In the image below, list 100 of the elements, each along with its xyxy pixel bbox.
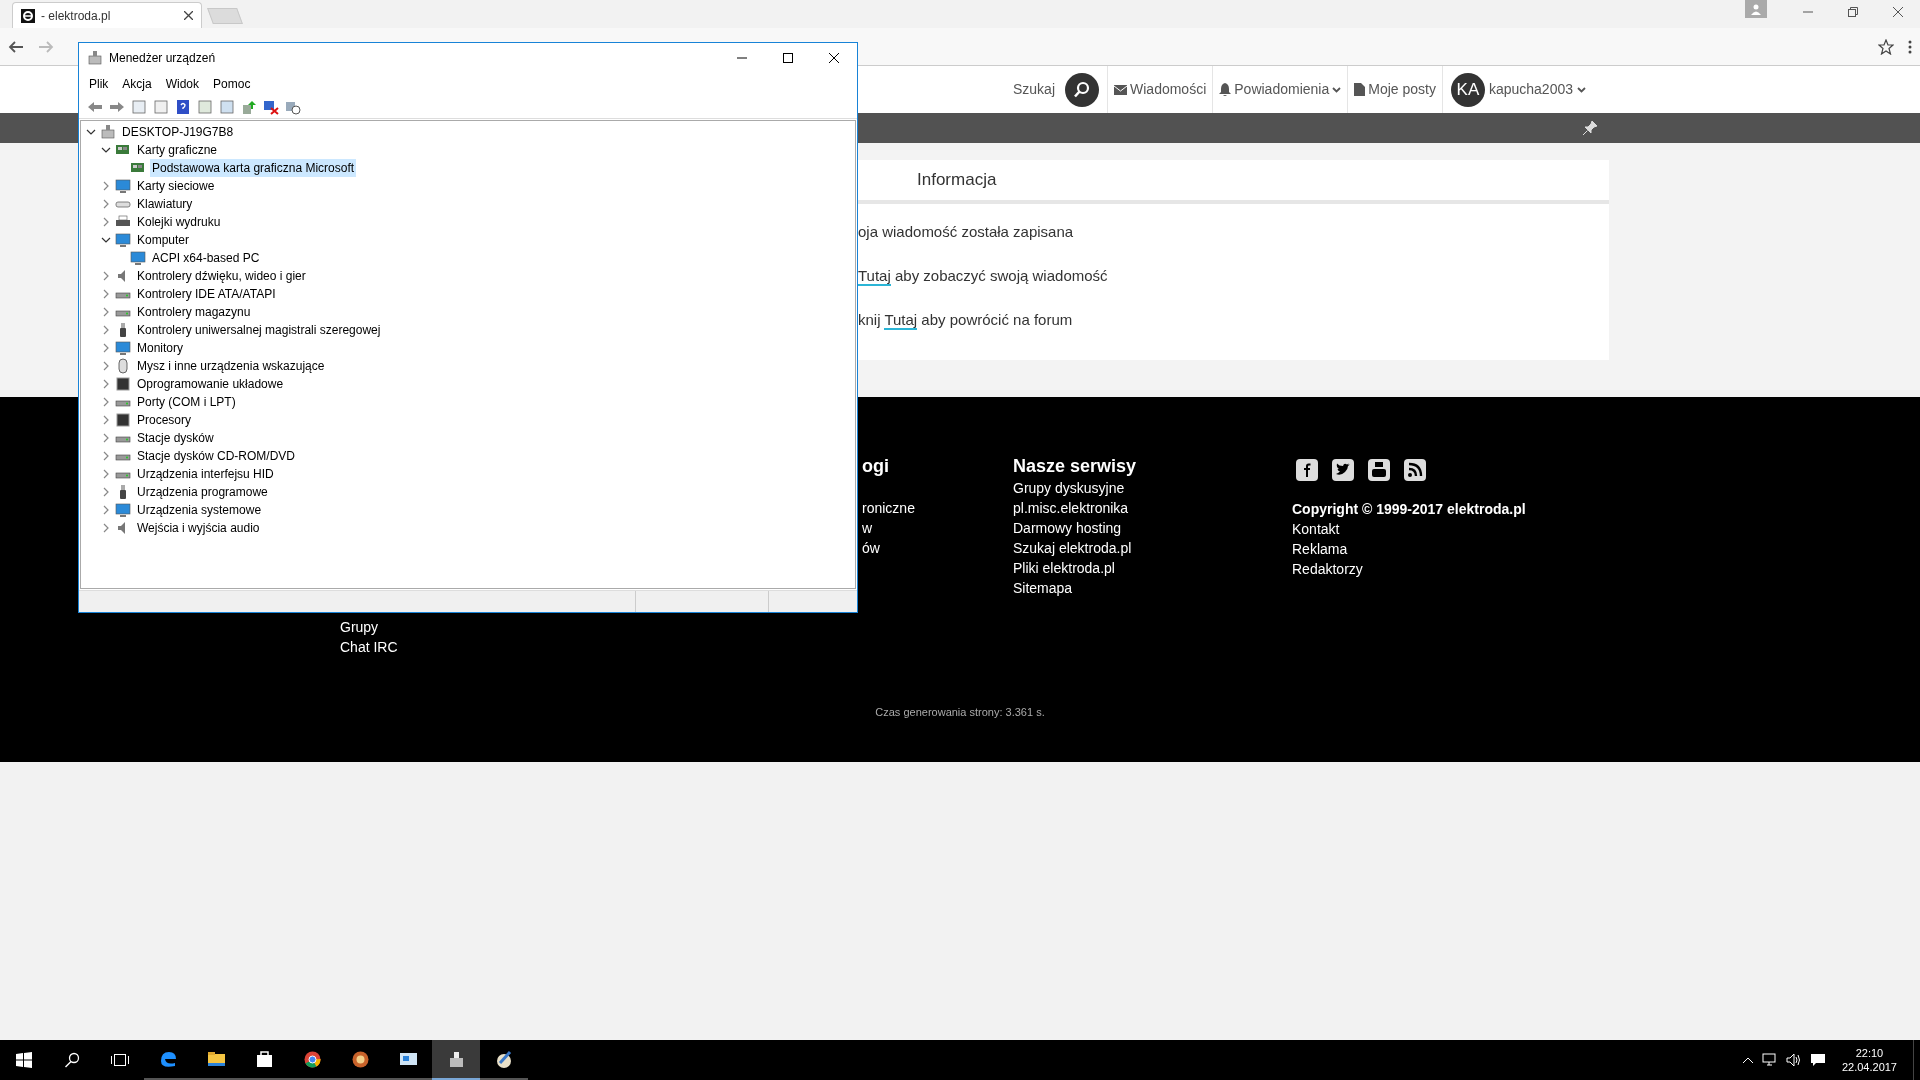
mouse-icon bbox=[115, 358, 131, 374]
tree-item[interactable]: Klawiatury bbox=[135, 195, 195, 213]
tree-item[interactable]: Karty graficzne bbox=[135, 141, 220, 159]
footer-link[interactable]: Pliki elektroda.pl bbox=[1013, 558, 1115, 578]
expand-chevron-icon[interactable] bbox=[101, 181, 111, 191]
tree-item[interactable]: Mysz i inne urządzenia wskazujące bbox=[135, 357, 327, 375]
browser-tab[interactable]: - elektroda.pl bbox=[12, 2, 202, 28]
expand-chevron-icon[interactable] bbox=[101, 289, 111, 299]
footer-link[interactable]: Darmowy hosting bbox=[1013, 518, 1122, 538]
restore-icon bbox=[1847, 7, 1858, 17]
computer-icon bbox=[100, 124, 116, 140]
tree-item[interactable]: Stacje dysków bbox=[135, 429, 216, 447]
expand-chevron-icon[interactable] bbox=[101, 307, 111, 317]
collapse-chevron-icon[interactable] bbox=[86, 127, 96, 137]
tree-item[interactable]: Kontrolery dźwięku, wideo i gier bbox=[135, 267, 308, 285]
chip-icon bbox=[115, 412, 131, 428]
tree-item[interactable]: ACPI x64-based PC bbox=[150, 249, 262, 267]
taskbar-app[interactable] bbox=[432, 1040, 480, 1080]
footer-heading: Nasze serwisy bbox=[1013, 455, 1137, 478]
footer-link[interactable]: Grupy dyskusyjne bbox=[1013, 478, 1125, 498]
expand-chevron-icon[interactable] bbox=[101, 487, 111, 497]
tree-item[interactable]: DESKTOP-J19G7B8 bbox=[120, 123, 236, 141]
footer-link[interactable]: Sitemapa bbox=[1013, 578, 1073, 598]
footer-link[interactable]: pl.misc.elektronika bbox=[1013, 498, 1129, 518]
facebook-icon[interactable] bbox=[1296, 459, 1318, 481]
expand-chevron-icon[interactable] bbox=[101, 415, 111, 425]
tree-item[interactable]: Kontrolery IDE ATA/ATAPI bbox=[135, 285, 278, 303]
chevron-up-icon[interactable] bbox=[1741, 1056, 1754, 1064]
twitter-icon[interactable] bbox=[1332, 459, 1354, 481]
volume-icon[interactable] bbox=[1785, 1053, 1802, 1067]
back-arrow-icon[interactable] bbox=[8, 38, 24, 55]
windows-logo-icon bbox=[16, 1052, 32, 1068]
expand-chevron-icon[interactable] bbox=[101, 379, 111, 389]
footer-heading: ogi bbox=[862, 455, 889, 478]
menu-item[interactable]: Pomoc bbox=[213, 75, 251, 93]
expand-chevron-icon[interactable] bbox=[101, 523, 111, 533]
pin-icon[interactable] bbox=[1582, 120, 1598, 136]
uninstall-icon[interactable] bbox=[263, 98, 279, 115]
envelope-icon bbox=[1114, 84, 1127, 95]
update-driver-icon[interactable] bbox=[241, 98, 257, 115]
help-icon[interactable] bbox=[175, 98, 191, 115]
copyright-text: Copyright © 1999-2017 elektroda.pl bbox=[1292, 500, 1526, 519]
footer-link[interactable]: w bbox=[862, 518, 873, 538]
monitor-icon bbox=[115, 232, 131, 248]
footer-link[interactable]: Redaktorzy bbox=[1292, 559, 1526, 579]
tree-item[interactable]: Stacje dysków CD-ROM/DVD bbox=[135, 447, 298, 465]
footer-link[interactable]: Grupy bbox=[340, 617, 379, 637]
tree-item[interactable]: Komputer bbox=[135, 231, 192, 249]
clock-time: 22:10 bbox=[1855, 1046, 1884, 1060]
caret-icon bbox=[1332, 86, 1342, 93]
nav-label: Moje posty bbox=[1368, 80, 1436, 99]
bookmark-star-icon[interactable] bbox=[1878, 38, 1894, 55]
footer-link[interactable]: Kontakt bbox=[1292, 519, 1526, 539]
menu-item[interactable]: Plik bbox=[89, 75, 109, 93]
tree-item[interactable]: Kontrolery magazynu bbox=[135, 303, 253, 321]
collapse-chevron-icon[interactable] bbox=[101, 235, 111, 245]
footer-link[interactable]: Reklama bbox=[1292, 539, 1526, 559]
expand-chevron-icon[interactable] bbox=[101, 271, 111, 281]
tree-item[interactable]: Urządzenia interfejsu HID bbox=[135, 465, 276, 483]
tree-item[interactable]: Kontrolery uniwersalnej magistrali szeregowej bbox=[135, 321, 383, 339]
rss-icon[interactable] bbox=[1404, 459, 1426, 481]
tree-item[interactable]: Wejścia i wyjścia audio bbox=[135, 519, 262, 537]
tree-item[interactable]: Karty sieciowe bbox=[135, 177, 217, 195]
expand-chevron-icon[interactable] bbox=[101, 433, 111, 443]
tutaj-link[interactable]: Tutaj bbox=[884, 311, 918, 330]
tree-item[interactable]: Procesory bbox=[135, 411, 194, 429]
tab-title: - elektroda.pl bbox=[41, 7, 111, 25]
menu-item[interactable]: Akcja bbox=[122, 75, 152, 93]
expand-chevron-icon[interactable] bbox=[101, 217, 111, 227]
more-menu-icon[interactable] bbox=[1908, 39, 1912, 54]
expand-chevron-icon[interactable] bbox=[101, 325, 111, 335]
tree-item[interactable]: Urządzenia systemowe bbox=[135, 501, 264, 519]
notification-icon[interactable] bbox=[1809, 1053, 1826, 1067]
expand-chevron-icon[interactable] bbox=[101, 397, 111, 407]
tree-item[interactable]: Kolejki wydruku bbox=[135, 213, 223, 231]
footer-link[interactable]: Szukaj elektroda.pl bbox=[1013, 538, 1132, 558]
expand-chevron-icon[interactable] bbox=[101, 199, 111, 209]
tree-item[interactable]: Oprogramowanie układowe bbox=[135, 375, 286, 393]
search-icon bbox=[64, 1052, 80, 1068]
info-text: oja wiadomość została zapisana bbox=[858, 222, 1075, 242]
expand-chevron-icon[interactable] bbox=[101, 469, 111, 479]
footer-link[interactable]: Chat IRC bbox=[340, 637, 398, 657]
close-icon[interactable] bbox=[184, 11, 193, 20]
expand-chevron-icon[interactable] bbox=[101, 343, 111, 353]
expand-chevron-icon[interactable] bbox=[101, 505, 111, 515]
search-label: Szukaj bbox=[1013, 80, 1055, 99]
collapse-chevron-icon[interactable] bbox=[101, 145, 111, 155]
tree-item[interactable]: Podstawowa karta graficzna Microsoft bbox=[150, 159, 357, 177]
tree-item[interactable]: Monitory bbox=[135, 339, 185, 357]
network-icon[interactable] bbox=[1761, 1053, 1778, 1067]
expand-chevron-icon[interactable] bbox=[101, 361, 111, 371]
footer-link[interactable]: ów bbox=[862, 538, 880, 558]
monitor-icon bbox=[115, 502, 131, 518]
footer-link[interactable]: roniczne bbox=[862, 498, 915, 518]
tree-item[interactable]: Porty (COM i LPT) bbox=[135, 393, 238, 411]
menu-item[interactable]: Widok bbox=[165, 75, 200, 93]
search-button[interactable] bbox=[1065, 72, 1099, 107]
tree-item[interactable]: Urządzenia programowe bbox=[135, 483, 270, 501]
computer-icon bbox=[87, 50, 103, 66]
expand-chevron-icon[interactable] bbox=[101, 451, 111, 461]
